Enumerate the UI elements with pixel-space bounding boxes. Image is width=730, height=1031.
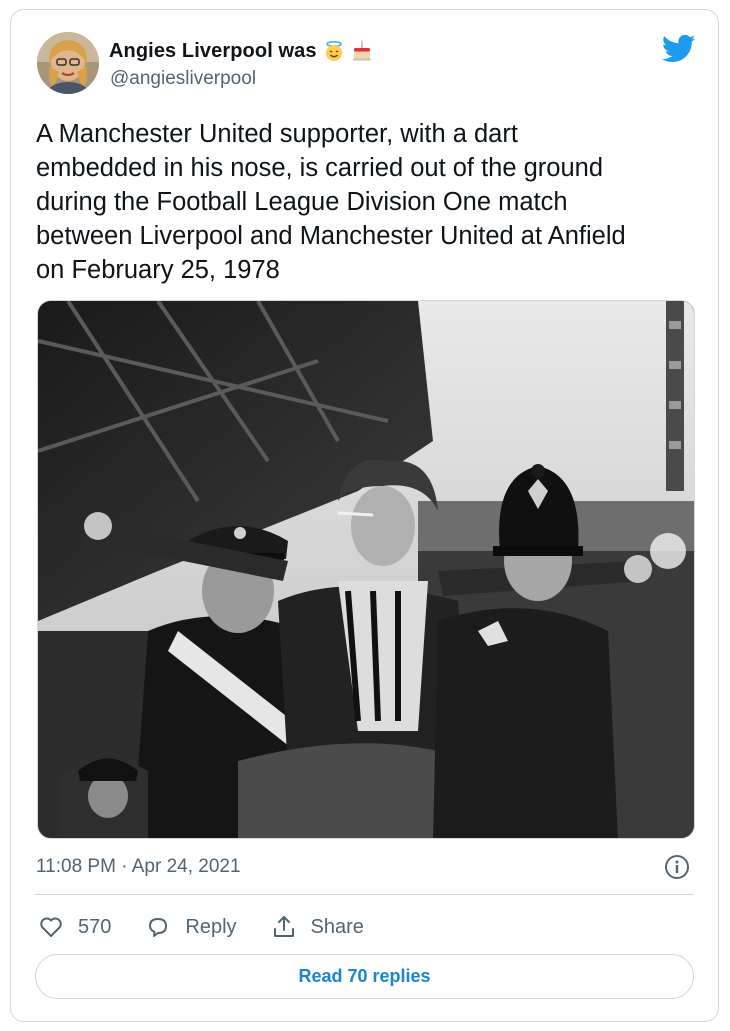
read-replies-button[interactable]: Read 70 replies	[35, 954, 694, 999]
tweet-timestamp[interactable]: 11:08 PM · Apr 24, 2021	[36, 856, 241, 878]
divider	[35, 894, 694, 895]
tweet-photo[interactable]	[37, 300, 695, 839]
share-button[interactable]: Share	[271, 914, 364, 940]
reply-label: Reply	[185, 915, 237, 938]
action-bar: 570 Reply Share	[38, 910, 398, 944]
share-upload-icon	[273, 916, 294, 937]
heart-icon	[40, 917, 62, 937]
reply-button[interactable]: Reply	[145, 914, 237, 940]
tweet-text: A Manchester United supporter, with a da…	[36, 120, 626, 284]
display-name[interactable]: Angies Liverpool was	[109, 40, 317, 63]
avatar[interactable]	[37, 32, 99, 94]
user-handle[interactable]: @angiesliverpool	[110, 68, 256, 90]
like-button[interactable]: 570	[38, 914, 111, 940]
speech-bubble-icon	[149, 918, 168, 937]
info-icon[interactable]	[664, 854, 690, 880]
name-row[interactable]: Angies Liverpool was	[109, 38, 373, 64]
smiling-face-with-halo-emoji	[323, 40, 345, 62]
like-count: 570	[78, 915, 112, 938]
share-label: Share	[310, 915, 364, 938]
twitter-bird-icon[interactable]	[661, 34, 696, 64]
tweet-card: Angies Liverpool was @angiesliverpool A …	[10, 9, 719, 1022]
birthday-cake-emoji	[351, 40, 373, 62]
